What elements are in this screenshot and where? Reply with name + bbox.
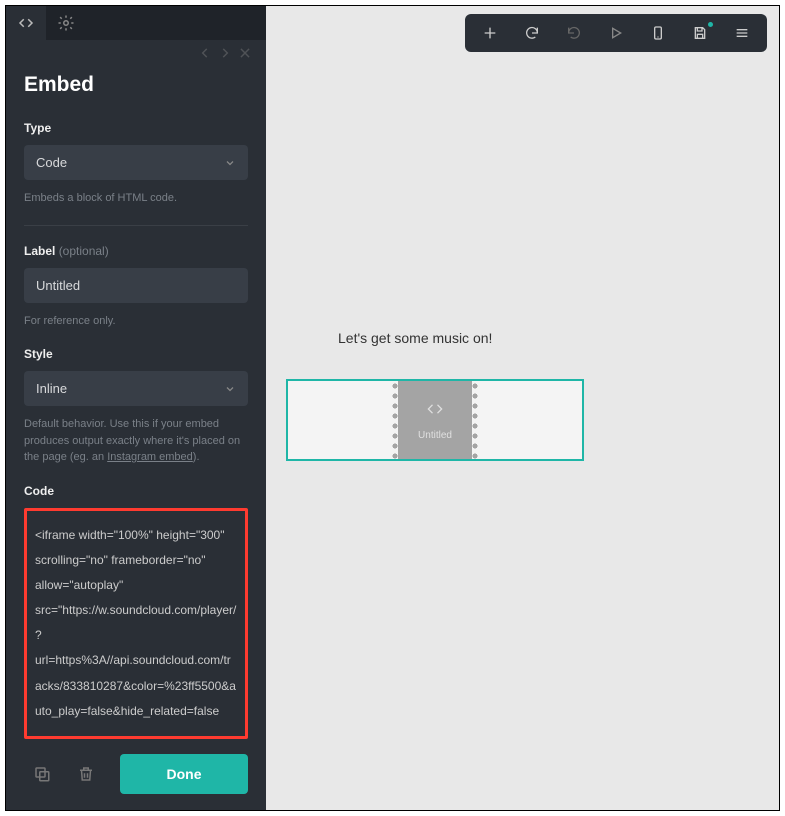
- redo-icon: [566, 25, 582, 41]
- duplicate-icon: [33, 765, 51, 783]
- undo-button[interactable]: [511, 18, 553, 48]
- trash-icon: [77, 765, 95, 783]
- style-select[interactable]: Inline: [24, 371, 248, 406]
- gear-icon: [57, 14, 75, 32]
- app-container: Embed Type Code Embeds a block of HTML c…: [5, 5, 780, 811]
- unsaved-dot-icon: [708, 22, 713, 27]
- code-label: Code: [24, 484, 248, 498]
- close-icon[interactable]: [238, 46, 252, 65]
- mobile-icon: [650, 25, 666, 41]
- undo-icon: [524, 25, 540, 41]
- tab-settings[interactable]: [46, 6, 86, 40]
- redo-button[interactable]: [553, 18, 595, 48]
- panel-body: Embed Type Code Embeds a block of HTML c…: [6, 65, 266, 744]
- code-textarea-highlight: <iframe width="100%" height="300" scroll…: [24, 508, 248, 740]
- chevron-down-icon: [224, 157, 236, 169]
- page-text: Let's get some music on!: [338, 330, 492, 346]
- label-input[interactable]: [24, 268, 248, 303]
- save-icon: [692, 25, 708, 41]
- device-button[interactable]: [637, 18, 679, 48]
- tab-code[interactable]: [6, 6, 46, 40]
- style-label: Style: [24, 347, 248, 361]
- done-button[interactable]: Done: [120, 754, 248, 794]
- hamburger-icon: [734, 25, 750, 41]
- nav-forward-icon[interactable]: [218, 46, 232, 65]
- top-toolbar: [465, 14, 767, 52]
- style-help: Default behavior. Use this if your embed…: [24, 416, 248, 466]
- panel-footer: Done: [6, 744, 266, 810]
- label-label: Label (optional): [24, 244, 248, 258]
- save-button[interactable]: [679, 18, 721, 48]
- sidebar-tabs: [6, 6, 266, 40]
- panel-nav: [6, 40, 266, 65]
- sidebar: Embed Type Code Embeds a block of HTML c…: [6, 6, 266, 810]
- duplicate-button[interactable]: [24, 756, 60, 792]
- embed-label: Untitled: [418, 430, 452, 441]
- chevron-down-icon: [224, 383, 236, 395]
- type-help: Embeds a block of HTML code.: [24, 190, 248, 207]
- play-button[interactable]: [595, 18, 637, 48]
- panel-title: Embed: [24, 73, 248, 97]
- plus-icon: [482, 25, 498, 41]
- type-value: Code: [36, 155, 67, 170]
- code-brackets-icon: [422, 399, 448, 424]
- add-button[interactable]: [469, 18, 511, 48]
- code-brackets-icon: [17, 14, 35, 32]
- play-icon: [608, 25, 624, 41]
- style-value: Inline: [36, 381, 67, 396]
- embed-placeholder: Untitled: [398, 381, 472, 459]
- menu-button[interactable]: [721, 18, 763, 48]
- type-label: Type: [24, 121, 248, 135]
- embed-block[interactable]: Untitled: [286, 379, 584, 461]
- code-textarea[interactable]: <iframe width="100%" height="300" scroll…: [35, 523, 237, 725]
- label-help: For reference only.: [24, 313, 248, 330]
- divider: [24, 225, 248, 226]
- type-select[interactable]: Code: [24, 145, 248, 180]
- nav-back-icon[interactable]: [198, 46, 212, 65]
- delete-button[interactable]: [68, 756, 104, 792]
- instagram-embed-link[interactable]: Instagram embed: [107, 451, 193, 463]
- canvas[interactable]: Let's get some music on! Untitled: [266, 6, 779, 810]
